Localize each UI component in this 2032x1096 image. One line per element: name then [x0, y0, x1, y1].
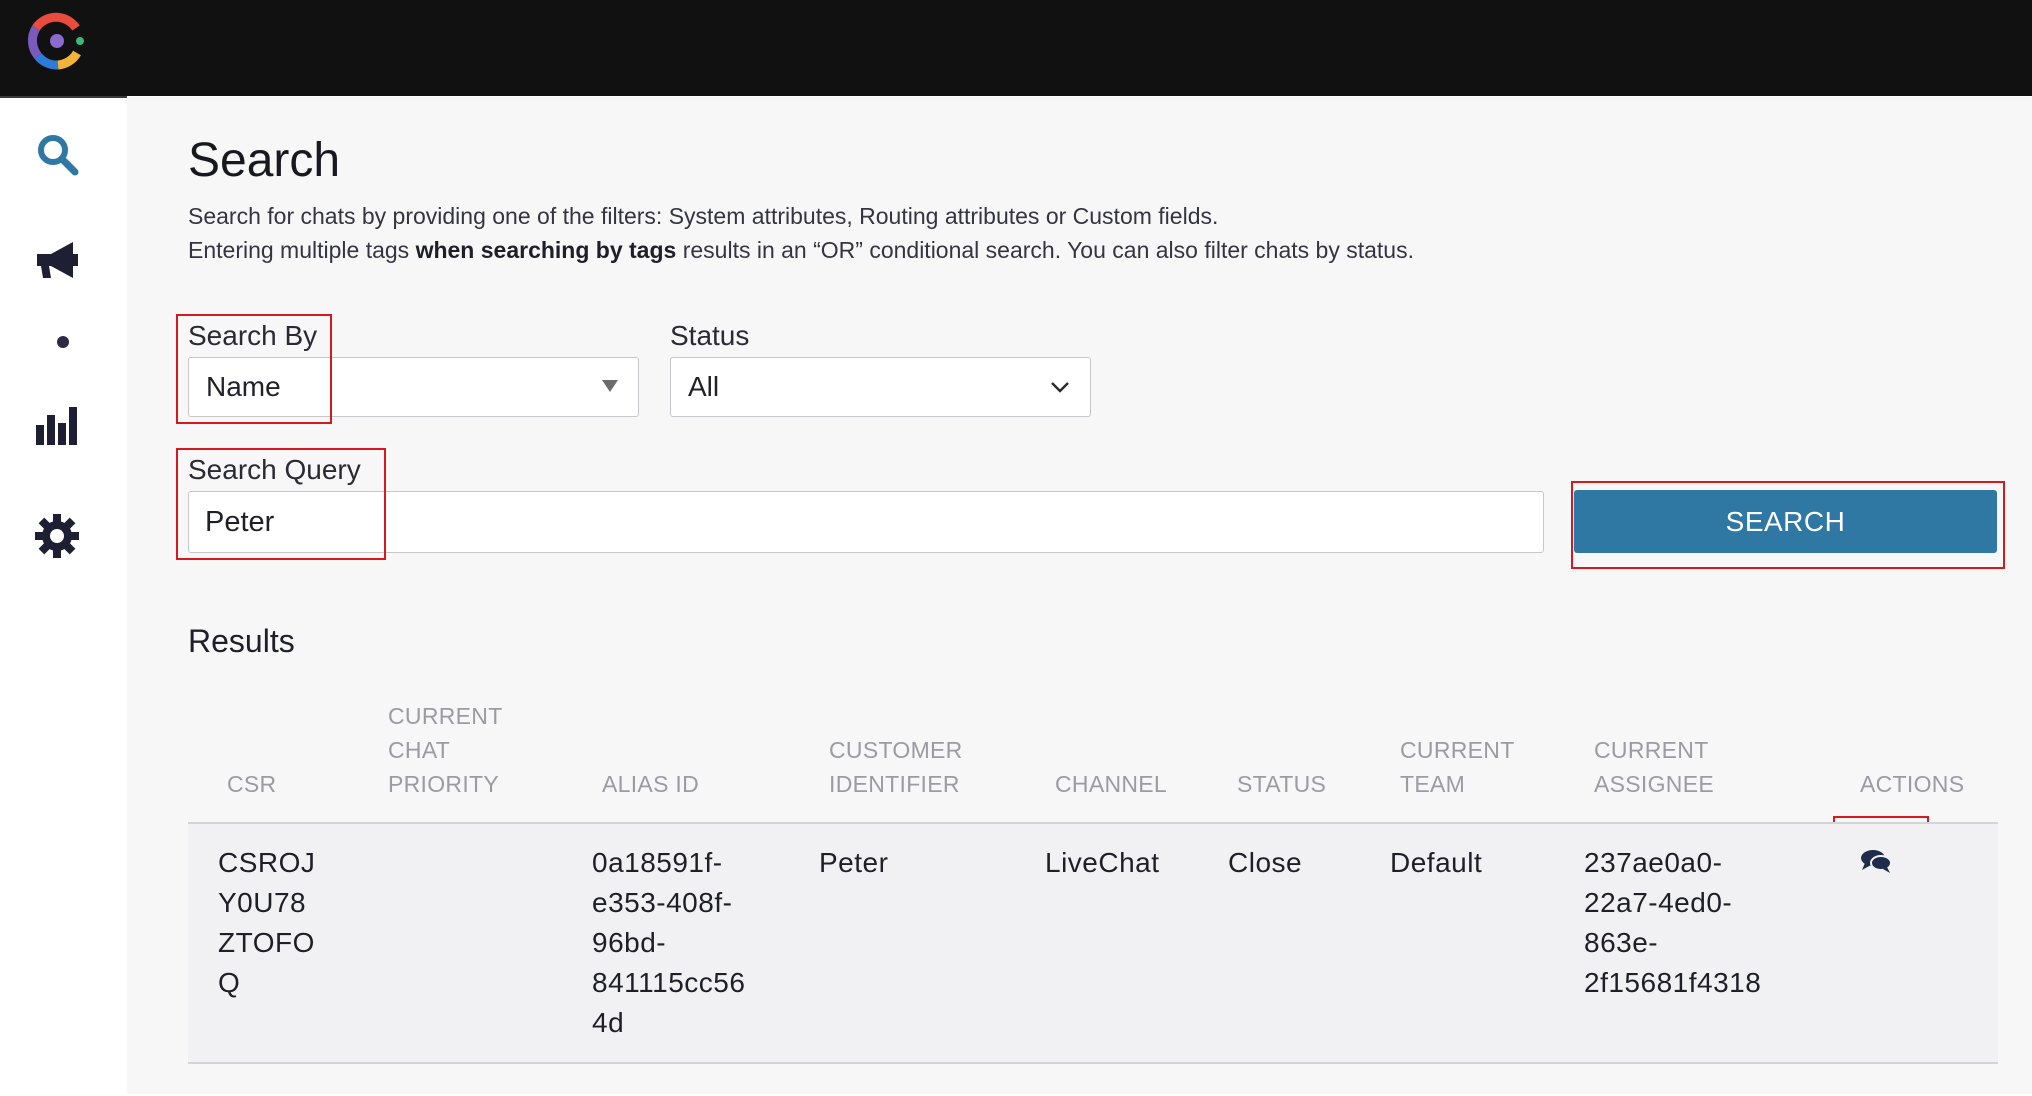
- search-query-input[interactable]: [188, 491, 1544, 553]
- col-header-assignee: CURRENT ASSIGNEE: [1594, 733, 1714, 801]
- cell-alias-line: 0a18591f-: [592, 847, 723, 878]
- search-button[interactable]: SEARCH: [1574, 490, 1997, 553]
- col-header-priority-line: CURRENT: [388, 703, 503, 729]
- col-header-customer-line: IDENTIFIER: [829, 771, 960, 797]
- col-header-alias-id: ALIAS ID: [602, 771, 699, 797]
- chevron-down-icon: [1051, 382, 1069, 393]
- col-header-team-line: TEAM: [1400, 771, 1466, 797]
- top-bar: [0, 0, 2032, 96]
- description-bold-text: when searching by tags: [415, 237, 677, 263]
- megaphone-icon[interactable]: [33, 238, 81, 286]
- search-by-label: Search By: [188, 320, 318, 351]
- cell-assignee-line: 22a7-4ed0-: [1584, 887, 1733, 918]
- search-icon[interactable]: [33, 130, 81, 178]
- triangle-down-icon: [602, 380, 618, 392]
- col-header-priority-line: CHAT: [388, 737, 451, 763]
- status-label: Status: [670, 320, 750, 351]
- col-header-customer-line: CUSTOMER: [829, 737, 963, 763]
- cell-status: Close: [1228, 847, 1303, 878]
- col-header-assignee-line: ASSIGNEE: [1594, 771, 1714, 797]
- main-content: Search Search for chats by providing one…: [127, 97, 2032, 1094]
- results-title: Results: [188, 623, 295, 659]
- col-header-status: STATUS: [1237, 771, 1327, 797]
- cell-assignee-line: 237ae0a0-: [1584, 847, 1723, 878]
- cell-assignee-line: 2f15681f4318: [1584, 967, 1762, 998]
- col-header-assignee-line: CURRENT: [1594, 737, 1709, 763]
- page-description: Search for chats by providing one of the…: [188, 199, 1414, 267]
- chat-bubbles-icon[interactable]: [1859, 847, 1893, 875]
- description-text: Entering multiple tags: [188, 237, 416, 263]
- cell-current-team: Default: [1390, 847, 1483, 878]
- app-logo-icon[interactable]: [24, 8, 90, 74]
- cell-csr-line: CSROJ: [218, 847, 316, 878]
- cell-customer-identifier: Peter: [819, 847, 889, 878]
- dot-icon: [57, 336, 69, 348]
- cell-assignee-line: 863e-: [1584, 927, 1659, 958]
- gear-icon[interactable]: [33, 512, 81, 560]
- cell-csr-line: Q: [218, 967, 241, 998]
- cell-current-assignee: 237ae0a0- 22a7-4ed0- 863e- 2f15681f4318: [1584, 843, 1761, 1003]
- cell-alias-line: 96bd-: [592, 927, 667, 958]
- search-query-label: Search Query: [188, 454, 361, 485]
- search-by-select[interactable]: Name: [188, 357, 639, 417]
- cell-csr-line: Y0U78: [218, 887, 307, 918]
- col-header-channel: CHANNEL: [1055, 771, 1168, 797]
- cell-alias-id: 0a18591f- e353-408f- 96bd- 841115cc56 4d: [592, 843, 745, 1043]
- status-value: All: [688, 371, 720, 402]
- search-by-value: Name: [206, 371, 281, 402]
- description-line-2: Entering multiple tags when searching by…: [188, 233, 1414, 267]
- col-header-priority: CURRENT CHAT PRIORITY: [388, 699, 503, 801]
- cell-alias-line: e353-408f-: [592, 887, 733, 918]
- col-header-priority-line: PRIORITY: [388, 771, 500, 797]
- page-title: Search: [188, 134, 341, 187]
- col-header-team-line: CURRENT: [1400, 737, 1515, 763]
- bar-chart-icon[interactable]: [33, 401, 81, 449]
- description-line-1: Search for chats by providing one of the…: [188, 203, 1219, 229]
- cell-alias-line: 4d: [592, 1007, 625, 1038]
- cell-channel: LiveChat: [1045, 847, 1160, 878]
- col-header-customer: CUSTOMER IDENTIFIER: [829, 733, 963, 801]
- cell-alias-line: 841115cc56: [592, 967, 746, 998]
- sidebar: [0, 96, 127, 1096]
- cell-csr-line: ZTOFO: [218, 927, 315, 958]
- col-header-actions: ACTIONS: [1860, 771, 1965, 797]
- col-header-csr: CSR: [227, 771, 277, 797]
- description-text: results in an “OR” conditional search. Y…: [676, 237, 1414, 263]
- col-header-team: CURRENT TEAM: [1400, 733, 1515, 801]
- status-select[interactable]: All: [670, 357, 1091, 417]
- cell-csr: CSROJ Y0U78 ZTOFO Q: [218, 843, 315, 1003]
